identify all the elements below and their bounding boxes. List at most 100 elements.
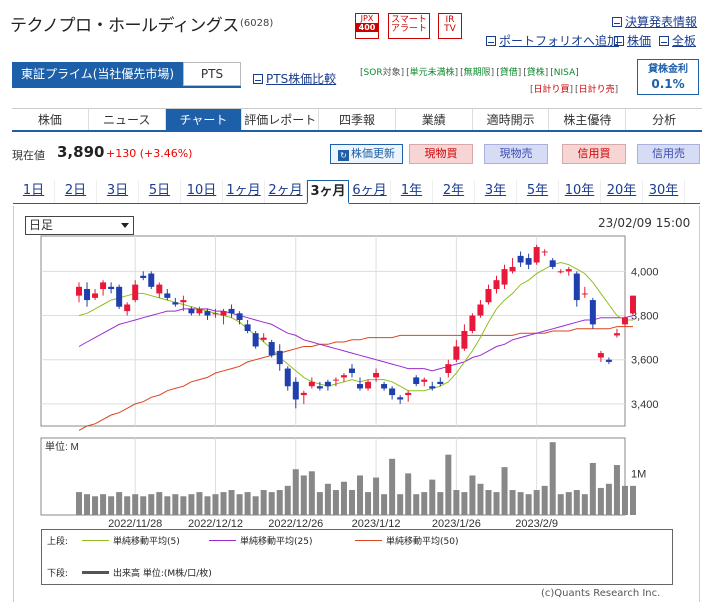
candle-up — [493, 280, 500, 290]
volume-bar — [605, 483, 612, 515]
candle-up — [630, 295, 636, 314]
price-panel-frame — [40, 235, 626, 427]
candle-down — [316, 386, 323, 389]
candle-down — [228, 308, 235, 314]
volume-bar — [284, 485, 291, 515]
volume-bar — [124, 496, 131, 515]
volume-bar — [421, 492, 428, 515]
candle-up — [308, 381, 315, 387]
candle-down — [397, 397, 404, 400]
candle-up — [469, 315, 476, 331]
volume-bar — [405, 473, 412, 515]
candle-down — [84, 289, 91, 301]
candle-up — [485, 289, 492, 303]
legend-ma25: 単純移動平均(25) — [209, 534, 312, 547]
candle-up — [300, 392, 307, 396]
candle-up — [477, 304, 484, 316]
volume-bar — [397, 494, 404, 515]
candle-up — [220, 311, 227, 316]
volume-bar — [324, 483, 331, 515]
candle-down — [108, 286, 115, 290]
volume-bar — [204, 496, 211, 515]
candle-up — [541, 251, 548, 253]
candle-up — [445, 364, 452, 373]
volume-bar — [357, 475, 364, 515]
chart-legend: 上段: 単純移動平均(5) 単純移動平均(25) 単純移動平均(50) 下段: … — [41, 529, 673, 585]
candle-down — [517, 255, 524, 263]
legend-ma50-label: 単純移動平均(50) — [386, 537, 459, 547]
legend-ma50: 単純移動平均(50) — [355, 534, 458, 547]
volume-bar — [316, 492, 323, 515]
candle-up — [453, 346, 460, 360]
volume-bar — [300, 475, 307, 515]
volume-bar — [188, 494, 195, 515]
volume-bar — [260, 490, 267, 515]
candle-down — [573, 273, 580, 301]
price-tick-label: 3,600 — [631, 355, 659, 367]
candle-up — [597, 353, 604, 358]
volume-bar — [613, 465, 620, 515]
candle-up — [405, 392, 412, 396]
volume-bar — [501, 467, 508, 515]
copyright: (c)Quants Research Inc. — [541, 588, 661, 599]
candle-down — [116, 286, 123, 307]
candle-up — [100, 282, 107, 290]
candle-up — [501, 269, 508, 285]
volume-bar — [148, 494, 155, 515]
candle-down — [204, 311, 211, 316]
legend-ma25-label: 単純移動平均(25) — [240, 537, 313, 547]
candle-down — [284, 368, 291, 387]
candle-up — [557, 271, 564, 273]
candle-up — [613, 333, 620, 336]
candle-up — [212, 313, 219, 315]
candle-down — [188, 308, 195, 314]
candle-down — [413, 377, 420, 385]
volume-bar — [381, 494, 388, 515]
candle-down — [292, 381, 299, 400]
volume-bar — [573, 490, 580, 515]
candle-down — [589, 300, 596, 325]
candle-down — [389, 388, 396, 396]
legend-ma5-label: 単純移動平均(5) — [113, 537, 180, 547]
volume-bar — [429, 479, 436, 515]
volume-bar — [276, 490, 283, 515]
candle-down — [244, 324, 251, 331]
candle-up — [533, 247, 540, 263]
candle-up — [76, 286, 82, 296]
candle-up — [332, 379, 339, 381]
candle-up — [565, 269, 572, 272]
volume-bar — [84, 494, 91, 515]
legend-volume: 出来高 単位:(M株/口/枚) — [82, 566, 212, 579]
candle-up — [509, 266, 516, 272]
volume-bar — [597, 487, 604, 515]
candle-up — [340, 375, 347, 378]
legend-ma5: 単純移動平均(5) — [82, 534, 180, 547]
volume-bar — [172, 494, 179, 515]
volume-bar — [581, 494, 588, 515]
candle-down — [381, 384, 388, 389]
candle-up — [124, 304, 131, 312]
volume-bar — [469, 475, 476, 515]
candle-up — [156, 284, 163, 294]
volume-bar — [413, 494, 420, 515]
volume-bar — [252, 496, 259, 515]
volume-bar — [557, 494, 564, 515]
candle-down — [140, 275, 147, 278]
volume-bar — [493, 492, 500, 515]
volume-bar — [541, 485, 548, 515]
candle-down — [276, 350, 283, 365]
volume-bar — [140, 496, 147, 515]
volume-bar — [477, 483, 484, 515]
volume-bar — [533, 490, 540, 515]
volume-bar — [348, 490, 355, 515]
volume-bar — [156, 492, 163, 515]
volume-bar — [485, 490, 492, 515]
volume-bar — [196, 492, 203, 515]
candle-down — [429, 386, 436, 389]
candle-down — [324, 381, 331, 387]
volume-bar — [92, 496, 99, 515]
candle-down — [236, 313, 243, 320]
volume-bar — [630, 485, 636, 515]
legend-volume-label: 出来高 単位:(M株/口/枚) — [113, 569, 212, 579]
candle-up — [92, 293, 99, 298]
